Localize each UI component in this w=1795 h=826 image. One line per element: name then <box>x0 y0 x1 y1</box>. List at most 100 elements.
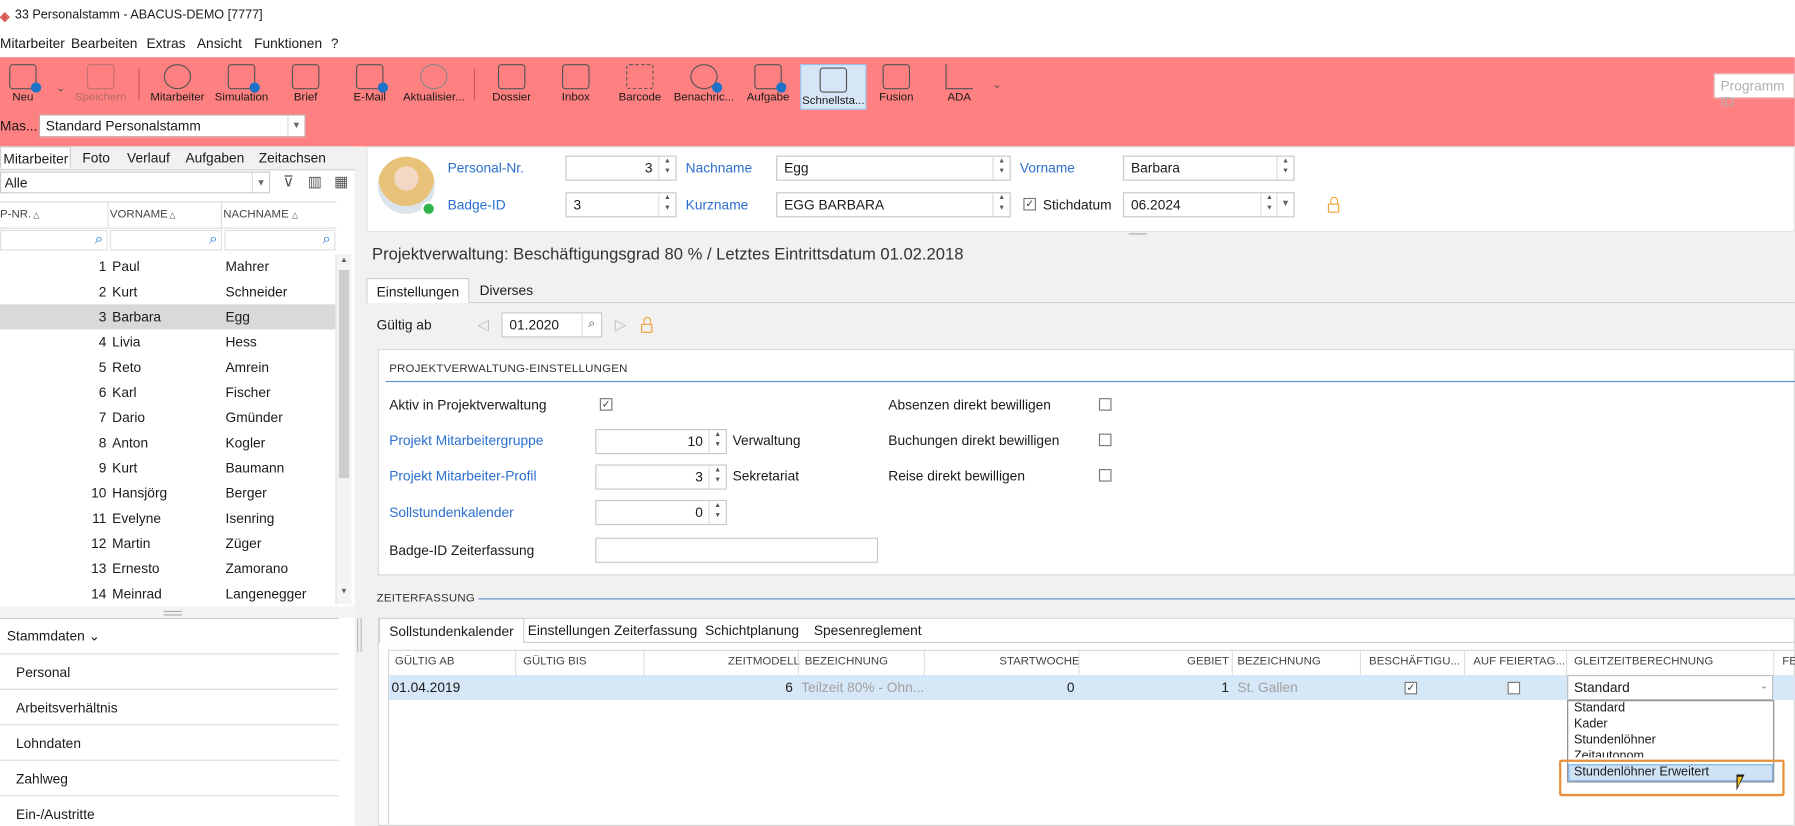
option-zeitautonom[interactable]: Zeitautonom <box>1574 749 1644 757</box>
absenzen-checkbox[interactable] <box>1098 398 1112 411</box>
table-row[interactable]: 2 Kurt Schneider <box>0 279 335 304</box>
program-id-input[interactable]: Programm ID <box>1713 73 1795 110</box>
gruppe-field[interactable]: 10 ▲ ▼ <box>595 429 727 455</box>
table-row[interactable]: 9 Kurt Baumann <box>0 455 335 480</box>
list-scrollbar[interactable]: ▲ ▼ <box>335 253 352 605</box>
menu-extras[interactable]: Extras <box>147 35 186 51</box>
column-vorname[interactable]: VORNAME <box>110 208 168 221</box>
inbox-button[interactable]: Inbox <box>544 62 608 110</box>
buchungen-checkbox[interactable] <box>1098 433 1112 447</box>
tab-zeitachsen[interactable]: Zeitachsen <box>259 150 326 166</box>
cell-zeitmodell[interactable]: 6 <box>785 680 793 696</box>
table-row[interactable]: 7 Dario Gmünder <box>0 405 335 430</box>
kurzname-label[interactable]: Kurzname <box>686 197 749 213</box>
tab-foto[interactable]: Foto <box>82 150 109 166</box>
grid-icon[interactable]: ▦ <box>332 173 350 191</box>
reise-checkbox[interactable] <box>1098 469 1112 482</box>
scroll-up-icon[interactable]: ▲ <box>337 256 352 270</box>
next-icon[interactable]: ▷ <box>611 316 629 334</box>
table-row[interactable]: 10 Hansjörg Berger <box>0 480 335 505</box>
previous-icon[interactable]: ◁ <box>474 316 492 334</box>
simulation-button[interactable]: Simulation <box>209 62 273 110</box>
quickstart-button[interactable]: Schnellsta... <box>800 64 867 110</box>
refresh-button[interactable]: Aktualisier... <box>402 62 466 110</box>
column-gueltig-bis[interactable]: GÜLTIG BIS <box>523 656 586 669</box>
column-gebiet-bezeichnung[interactable]: BEZEICHNUNG <box>1237 656 1320 669</box>
table-row[interactable]: 1 Paul Mahrer <box>0 254 335 279</box>
column-gueltig-ab[interactable]: GÜLTIG AB <box>395 656 455 669</box>
table-row-selected[interactable]: 3 Barbara Egg <box>0 304 336 330</box>
brief-button[interactable]: Brief <box>274 62 338 110</box>
toolbar-more-icon[interactable]: ⌄ <box>988 77 1006 95</box>
table-row[interactable]: 14 Meinrad Langenegger <box>0 581 335 604</box>
nav-item-arbeitsverhaeltnis[interactable]: Arbeitsverhältnis <box>0 688 339 726</box>
column-nachname[interactable]: NACHNAME <box>223 208 289 221</box>
badge-id-field[interactable]: 3 ▲ ▼ <box>565 192 677 218</box>
profil-label[interactable]: Projekt Mitarbeiter-Profil <box>389 468 536 484</box>
table-row[interactable]: 13 Ernesto Zamorano <box>0 556 335 581</box>
barcode-button[interactable]: Barcode <box>608 62 672 110</box>
column-auf-feiertag[interactable]: AUF FEIERTAG... <box>1473 656 1565 669</box>
spinner-icon[interactable]: ▲ ▼ <box>658 156 675 180</box>
gueltig-ab-field[interactable]: 01.2020 ⌕ <box>501 312 603 338</box>
stichdatum-checkbox[interactable]: ✓ <box>1023 197 1036 211</box>
stichdatum-field[interactable]: 06.2024 ▲ ▼ ▼ <box>1122 192 1295 218</box>
nav-item-personal[interactable]: Personal <box>0 653 339 690</box>
task-button[interactable]: Aufgabe <box>736 62 800 110</box>
table-row[interactable]: 11 Evelyne Isenring <box>0 506 335 531</box>
tab-verlauf[interactable]: Verlauf <box>127 150 170 166</box>
columns-icon[interactable]: ▥ <box>306 173 324 191</box>
mitarbeiter-button[interactable]: Mitarbeiter <box>145 62 209 110</box>
chevron-down-icon[interactable]: ⌄ <box>1756 676 1772 699</box>
gleitzeit-combobox[interactable]: Standard ⌄ <box>1567 674 1774 701</box>
search-nachname-input[interactable] <box>224 229 336 251</box>
badge-id-label[interactable]: Badge-ID <box>448 197 506 213</box>
tab-sollstundenkalender[interactable]: Sollstundenkalender <box>378 617 524 643</box>
aktiv-checkbox[interactable]: ✓ <box>599 398 613 411</box>
cell-gueltig-ab[interactable]: 01.04.2019 <box>391 680 460 696</box>
cell-startwoche[interactable]: 0 <box>1067 680 1075 696</box>
tab-einstellungen[interactable]: Einstellungen <box>366 277 470 304</box>
tab-mitarbeiter[interactable]: Mitarbeiter <box>0 146 71 169</box>
column-gleitzeit[interactable]: GLEITZEITBERECHNUNG <box>1574 656 1713 669</box>
menu-ansicht[interactable]: Ansicht <box>197 35 242 51</box>
personal-nr-field[interactable]: 3 ▲ ▼ <box>565 155 677 181</box>
spinner-icon[interactable]: ▲ ▼ <box>658 193 675 217</box>
tab-diverses[interactable]: Diverses <box>470 278 542 303</box>
option-standard[interactable]: Standard <box>1574 701 1625 715</box>
notification-button[interactable]: Benachric... <box>672 62 736 110</box>
tab-einstellungen-zeiterfassung[interactable]: Einstellungen Zeiterfassung <box>519 618 707 643</box>
vorname-label[interactable]: Vorname <box>1020 160 1075 176</box>
feiertag-checkbox[interactable] <box>1507 681 1521 695</box>
spinner-icon[interactable]: ▲ ▼ <box>1276 156 1293 180</box>
nachname-field[interactable]: Egg ▲ ▼ <box>776 155 1011 181</box>
column-gebiet[interactable]: GEBIET <box>1187 656 1229 669</box>
table-row[interactable]: 4 Livia Hess <box>0 329 335 354</box>
menu-mitarbeiter[interactable]: Mitarbeiter <box>0 35 65 51</box>
table-row[interactable]: 5 Reto Amrein <box>0 355 335 380</box>
menu-bearbeiten[interactable]: Bearbeiten <box>71 35 137 51</box>
tab-spesenreglement[interactable]: Spesenreglement <box>805 618 931 643</box>
panel-splitter[interactable] <box>0 606 355 618</box>
dossier-button[interactable]: Dossier <box>480 62 544 110</box>
column-beschaeftigung[interactable]: BESCHÄFTIGU... <box>1369 656 1460 669</box>
filter-select[interactable]: Alle ▼ <box>0 171 271 194</box>
tab-schichtplanung[interactable]: Schichtplanung <box>696 618 808 643</box>
cell-gebiet[interactable]: 1 <box>1221 680 1229 696</box>
soll-field[interactable]: 0 ▲ ▼ <box>595 499 727 526</box>
spinner-icon[interactable]: ▲ ▼ <box>708 501 726 524</box>
kurzname-field[interactable]: EGG BARBARA ▲ ▼ <box>776 192 1011 218</box>
tab-aufgaben[interactable]: Aufgaben <box>185 150 244 166</box>
new-button[interactable]: Neu <box>0 62 55 110</box>
table-row[interactable]: 8 Anton Kogler <box>0 430 335 455</box>
spinner-icon[interactable]: ▲ ▼ <box>708 465 726 489</box>
menu-funktionen[interactable]: Funktionen <box>254 35 322 51</box>
column-bezeichnung[interactable]: BEZEICHNUNG <box>805 656 888 669</box>
beschaeftigung-checkbox[interactable]: ✓ <box>1404 681 1418 695</box>
personal-nr-label[interactable]: Personal-Nr. <box>448 160 524 176</box>
nav-header[interactable]: Stammdaten ⌄ <box>7 628 100 644</box>
nav-item-ein-austritte[interactable]: Ein-/Austritte <box>0 795 339 826</box>
option-stundenloehner[interactable]: Stundenlöhner <box>1574 733 1656 747</box>
column-pnr[interactable]: P-NR. <box>0 208 31 221</box>
menu-help[interactable]: ? <box>331 35 339 51</box>
